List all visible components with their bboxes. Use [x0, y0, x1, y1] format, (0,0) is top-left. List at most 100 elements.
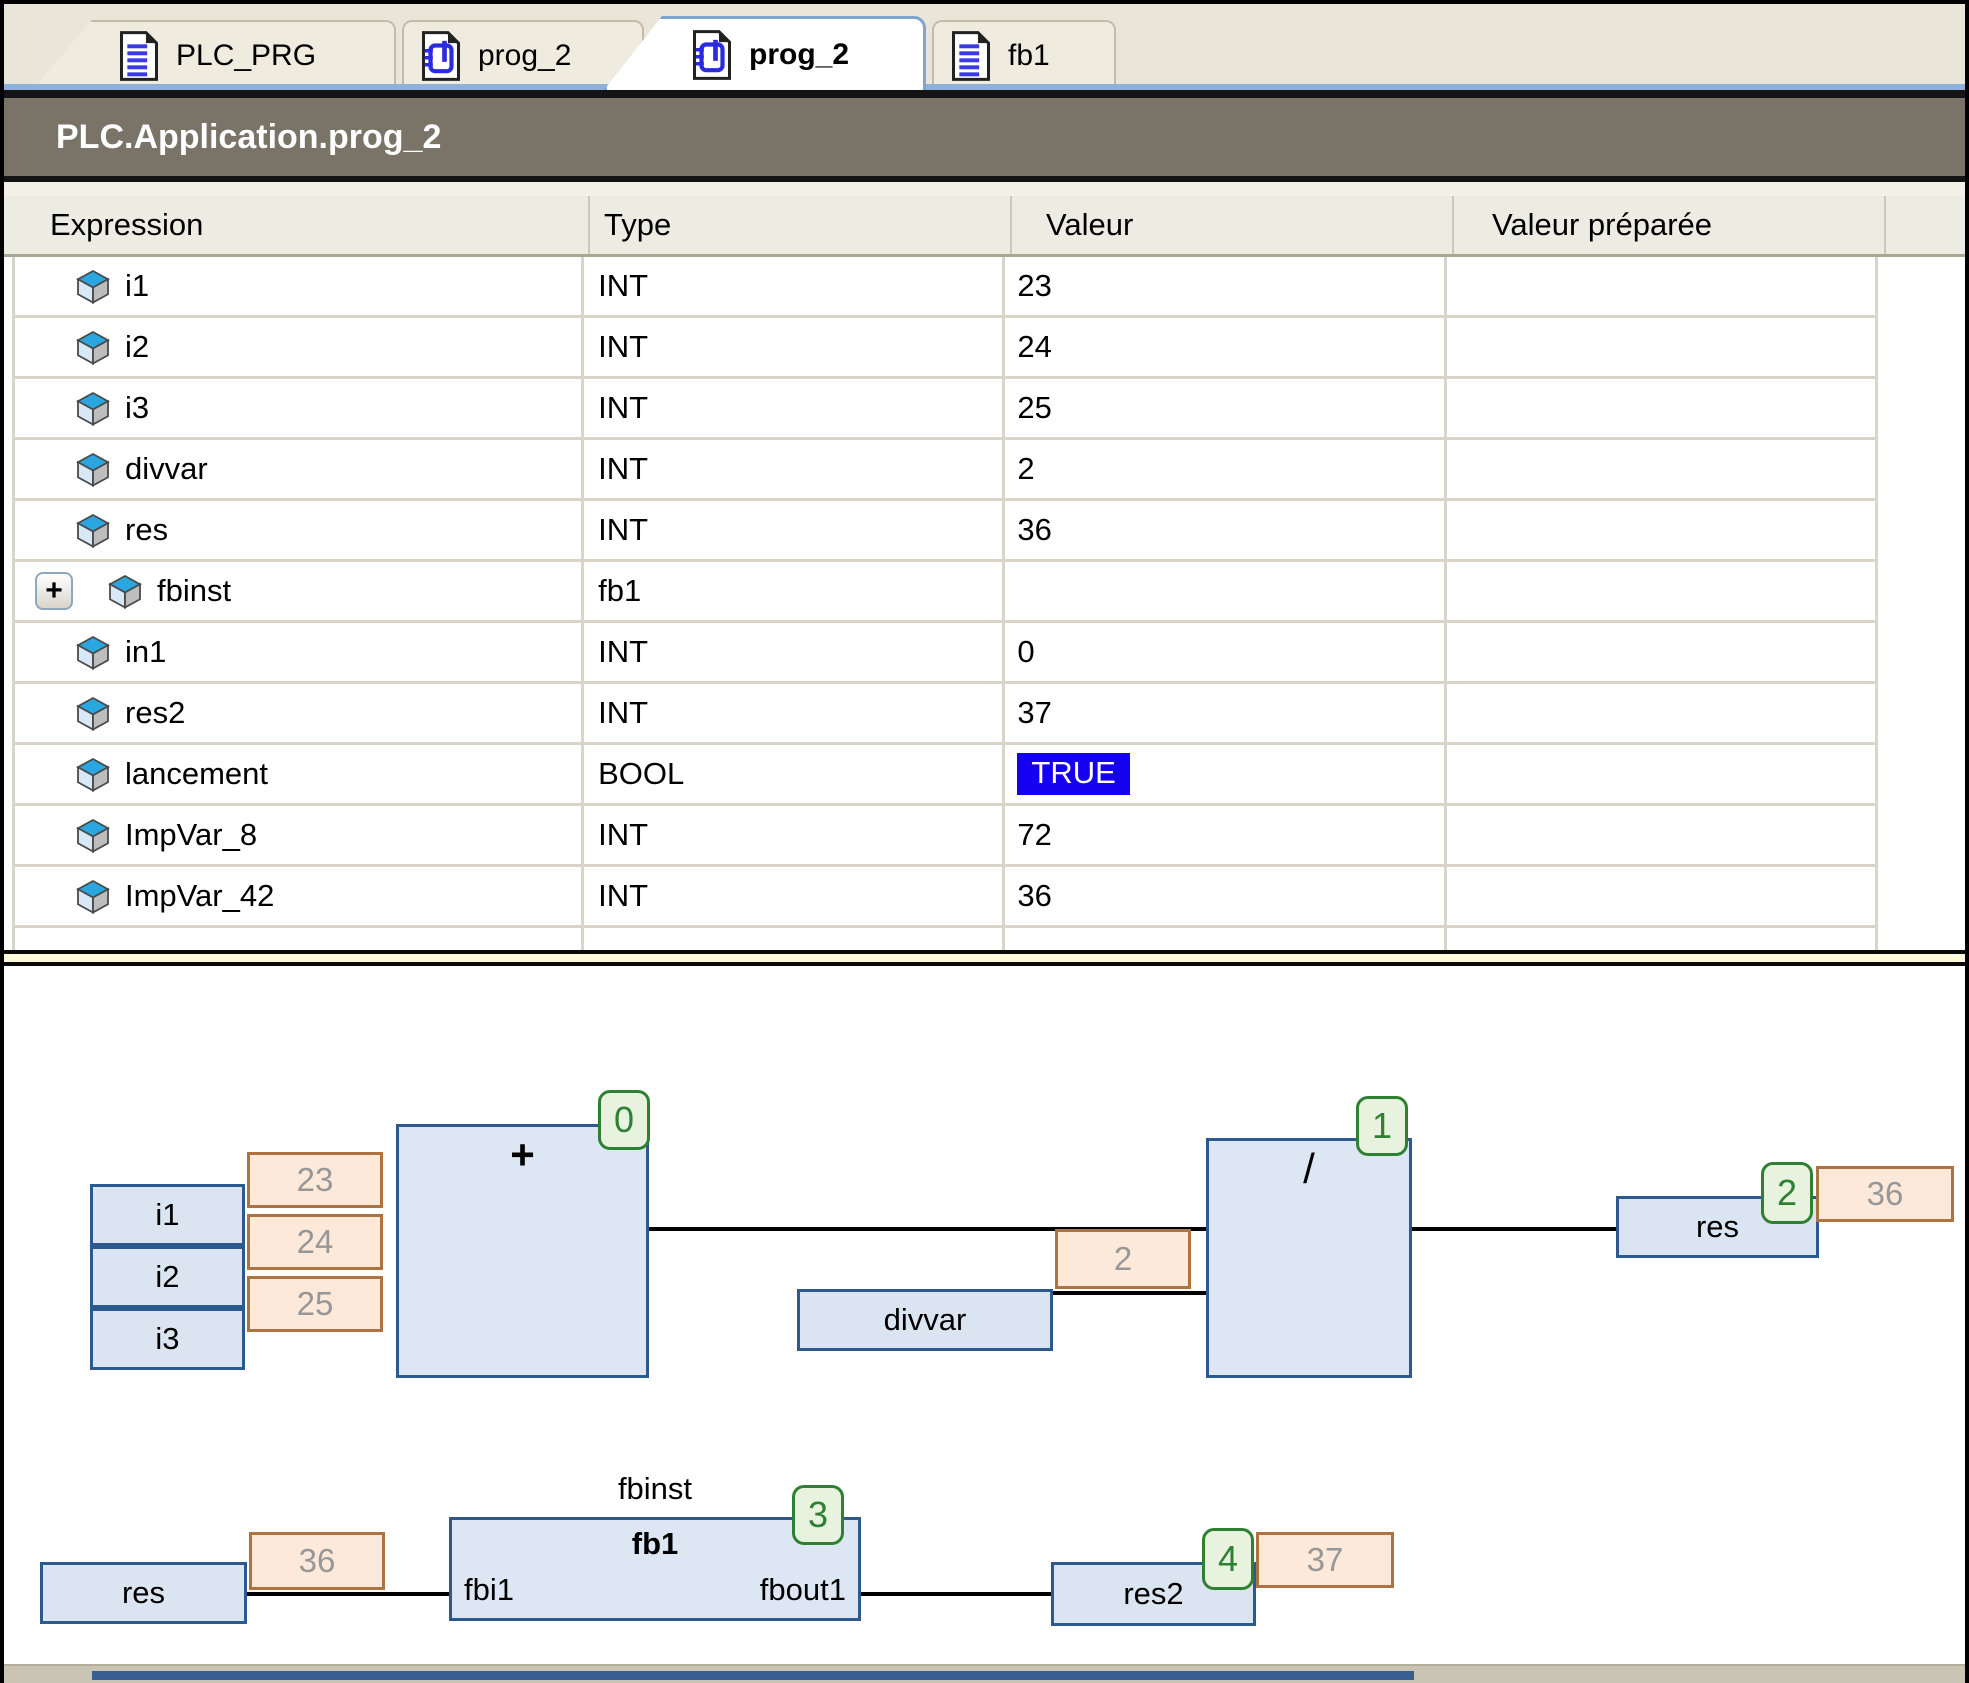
expression-label: res2: [125, 695, 185, 731]
operand-box-res[interactable]: res: [40, 1562, 247, 1624]
column-header-valeur[interactable]: Valeur: [1012, 196, 1454, 254]
table-row[interactable]: res2 INT37: [15, 684, 1875, 745]
cell-type: INT: [584, 318, 1005, 376]
cell-expression[interactable]: divvar: [15, 440, 584, 498]
table-row[interactable]: ImpVar_42INT36: [15, 867, 1875, 928]
table-row[interactable]: lancementBOOLTRUE: [15, 745, 1875, 806]
cell-expression[interactable]: ImpVar_42: [15, 867, 584, 925]
cell-value[interactable]: 36: [1005, 501, 1446, 559]
table-row[interactable]: divvarINT2: [15, 440, 1875, 501]
operand-label: i2: [155, 1259, 179, 1295]
cell-type: INT: [584, 379, 1005, 437]
execution-order-badge-3: 3: [792, 1485, 844, 1545]
expression-label: i3: [125, 390, 149, 426]
table-row[interactable]: +fbinstfb1: [15, 562, 1875, 623]
cell-prepared-value[interactable]: [1447, 379, 1875, 437]
column-header-valeur-preparee[interactable]: Valeur préparée: [1454, 196, 1886, 254]
expression-label: res: [125, 512, 168, 548]
cell-prepared-value[interactable]: [1447, 257, 1875, 315]
document-icon: [118, 30, 160, 82]
variable-icon: [75, 268, 111, 304]
cell-prepared-value[interactable]: [1447, 318, 1875, 376]
cell-value[interactable]: 36: [1005, 867, 1446, 925]
table-row[interactable]: i2INT24: [15, 318, 1875, 379]
divide-block[interactable]: /: [1206, 1138, 1412, 1378]
wire-divvar-to-div: [1053, 1291, 1208, 1295]
cell-expression[interactable]: res2: [15, 684, 584, 742]
expression-label: i1: [125, 268, 149, 304]
cell-expression[interactable]: ImpVar_8: [15, 806, 584, 864]
cell-value[interactable]: 2: [1005, 440, 1446, 498]
bottom-scroll-strip: [4, 1664, 1965, 1683]
cell-expression[interactable]: +fbinst: [15, 562, 584, 620]
table-row[interactable]: resINT36: [15, 501, 1875, 562]
variable-icon: [75, 329, 111, 365]
operand-label: res: [1696, 1209, 1739, 1245]
operand-box-i1[interactable]: i1: [90, 1184, 245, 1246]
cell-expression: [15, 928, 584, 950]
table-row[interactable]: ImpVar_8INT72: [15, 806, 1875, 867]
add-block[interactable]: +: [396, 1124, 649, 1378]
cell-prepared-value[interactable]: [1447, 867, 1875, 925]
monitor-value-res2: 37: [1256, 1532, 1394, 1588]
expression-label: ImpVar_42: [125, 878, 274, 914]
tab-plc-prg[interactable]: PLC_PRG: [32, 20, 396, 90]
monitor-value: 36: [299, 1542, 336, 1580]
cell-value[interactable]: 25: [1005, 379, 1446, 437]
operand-box-i2[interactable]: i2: [90, 1246, 245, 1308]
badge-number: 0: [614, 1099, 634, 1141]
cell-value[interactable]: 72: [1005, 806, 1446, 864]
divider: [4, 176, 1965, 182]
column-header-expression[interactable]: Expression: [12, 196, 590, 254]
cell-expression[interactable]: i3: [15, 379, 584, 437]
execution-order-badge-4: 4: [1202, 1528, 1254, 1590]
cell-expression[interactable]: in1: [15, 623, 584, 681]
table-row[interactable]: i1INT23: [15, 257, 1875, 318]
monitor-value-res: 36: [1816, 1166, 1954, 1222]
cell-value[interactable]: 0: [1005, 623, 1446, 681]
cell-value[interactable]: TRUE: [1005, 745, 1446, 803]
watch-table-body: i1INT23i2INT24i3INT25divvarINT2resINT36+…: [12, 257, 1878, 950]
monitor-value-i1: 23: [247, 1152, 383, 1208]
operand-box-divvar[interactable]: divvar: [797, 1289, 1053, 1351]
pane-splitter[interactable]: [4, 950, 1965, 966]
cell-expression[interactable]: i2: [15, 318, 584, 376]
watch-table-header: Expression Type Valeur Valeur préparée: [4, 196, 1965, 257]
document-tab-bar: PLC_PRG prog_2 prog_2: [4, 4, 1965, 90]
operand-box-i3[interactable]: i3: [90, 1308, 245, 1370]
cell-prepared-value[interactable]: [1447, 745, 1875, 803]
cell-prepared-value[interactable]: [1447, 501, 1875, 559]
cell-expression[interactable]: i1: [15, 257, 584, 315]
cell-prepared-value[interactable]: [1447, 562, 1875, 620]
cell-value[interactable]: 23: [1005, 257, 1446, 315]
operand-label: res2: [1123, 1576, 1183, 1612]
monitor-value: 37: [1307, 1541, 1344, 1579]
selected-value[interactable]: TRUE: [1017, 753, 1129, 795]
monitor-value: 36: [1867, 1175, 1904, 1213]
tab-label: PLC_PRG: [176, 39, 316, 73]
monitor-value-res-input: 36: [249, 1532, 385, 1590]
cell-type: INT: [584, 623, 1005, 681]
cell-expression[interactable]: lancement: [15, 745, 584, 803]
tab-fb1[interactable]: fb1: [932, 20, 1116, 90]
cell-expression[interactable]: res: [15, 501, 584, 559]
cell-type: INT: [584, 806, 1005, 864]
column-header-type[interactable]: Type: [590, 196, 1012, 254]
tab-prog-2-active[interactable]: prog_2: [604, 16, 926, 90]
cell-prepared-value[interactable]: [1447, 440, 1875, 498]
cell-prepared-value[interactable]: [1447, 623, 1875, 681]
horizontal-scrollbar-thumb[interactable]: [92, 1671, 1414, 1680]
badge-number: 2: [1777, 1172, 1797, 1214]
cell-type: INT: [584, 684, 1005, 742]
cell-value[interactable]: 24: [1005, 318, 1446, 376]
tab-prog-2-background[interactable]: prog_2: [402, 20, 644, 90]
spacer: [4, 182, 1965, 196]
expand-button[interactable]: +: [35, 572, 73, 610]
table-row[interactable]: i3 INT25: [15, 379, 1875, 440]
cell-value[interactable]: [1005, 562, 1446, 620]
cell-prepared-value[interactable]: [1447, 684, 1875, 742]
cell-value[interactable]: 37: [1005, 684, 1446, 742]
wire-res-to-fb: [245, 1592, 449, 1596]
cell-prepared-value[interactable]: [1447, 806, 1875, 864]
table-row[interactable]: in1INT0: [15, 623, 1875, 684]
